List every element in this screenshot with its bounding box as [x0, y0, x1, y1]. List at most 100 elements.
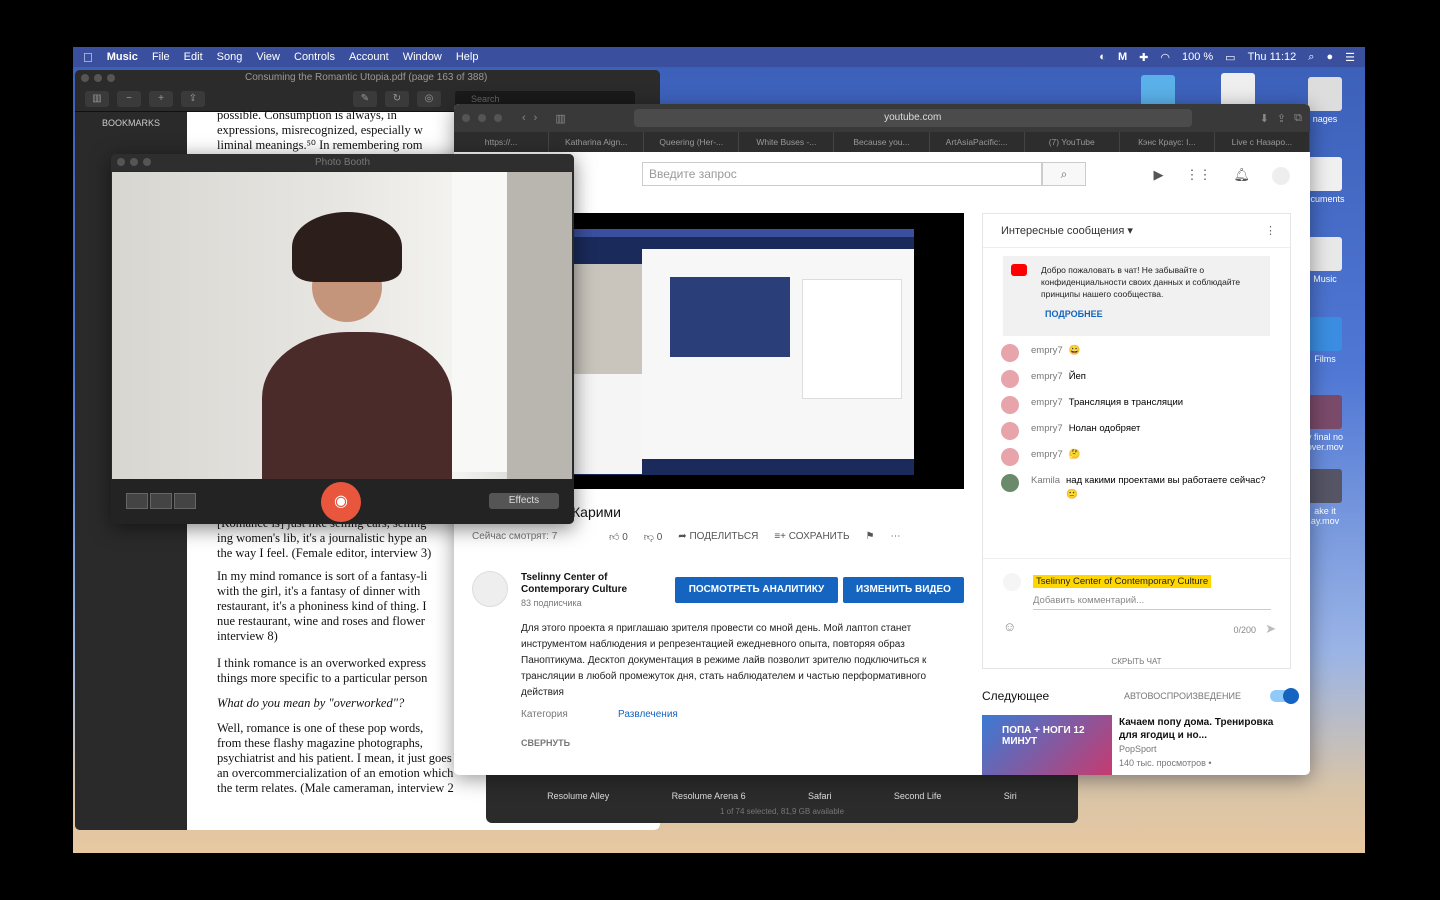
tab-item[interactable]: Кэнс Краус: I... — [1120, 132, 1215, 152]
tab-item[interactable]: (7) YouTube — [1025, 132, 1120, 152]
spotlight-icon[interactable]: ⌕ — [1308, 51, 1314, 64]
siri-icon[interactable]: ● — [1326, 51, 1333, 63]
zoom-button[interactable] — [107, 74, 115, 82]
analytics-button[interactable]: ПОСМОТРЕТЬ АНАЛИТИКУ — [675, 577, 838, 603]
avatar[interactable] — [1001, 474, 1019, 492]
wifi-icon[interactable]: ◠ — [1160, 51, 1170, 64]
share-icon[interactable]: ⇪ — [1277, 112, 1286, 125]
menu-app-name[interactable]: Music — [107, 51, 138, 63]
share-button[interactable]: ➦ ПОДЕЛИТЬСЯ — [678, 531, 758, 543]
char-count: 0/200 — [1233, 625, 1256, 635]
collapse-button[interactable]: СВЕРНУТЬ — [521, 738, 570, 748]
emoji-icon[interactable]: ☺ — [1003, 619, 1016, 634]
menu-edit[interactable]: Edit — [184, 51, 203, 63]
app-safari[interactable]: Safari — [808, 791, 832, 801]
minimize-button[interactable] — [94, 74, 102, 82]
close-button[interactable] — [117, 158, 125, 166]
channel-avatar[interactable] — [472, 571, 508, 607]
sidebar-icon[interactable]: ▥ — [555, 112, 565, 125]
app-resolume-alley[interactable]: Resolume Alley — [547, 791, 609, 801]
status-m-icon[interactable]: M — [1118, 51, 1127, 63]
battery-label[interactable]: 100 % — [1182, 51, 1213, 63]
autoplay-toggle[interactable] — [1270, 688, 1299, 704]
zoom-in-icon[interactable]: + — [149, 90, 173, 107]
close-button[interactable] — [462, 114, 470, 122]
zoom-out-icon[interactable]: − — [117, 90, 141, 107]
close-button[interactable] — [81, 74, 89, 82]
avatar[interactable] — [1001, 370, 1019, 388]
battery-icon[interactable]: ▭ — [1225, 51, 1235, 64]
comment-input[interactable]: Добавить комментарий... — [1033, 595, 1271, 610]
send-icon[interactable]: ➤ — [1265, 621, 1276, 637]
avatar[interactable] — [1272, 167, 1290, 185]
zoom-button[interactable] — [143, 158, 151, 166]
category-link[interactable]: Развлечения — [618, 709, 678, 720]
layout-grid-icon[interactable] — [126, 493, 148, 509]
video-player[interactable] — [572, 213, 964, 489]
back-icon[interactable]: ‹ — [522, 112, 526, 124]
avatar[interactable] — [1001, 422, 1019, 440]
tab-item[interactable]: Because you... — [834, 132, 930, 152]
tab-item[interactable]: Live с Назаро... — [1215, 132, 1310, 152]
zoom-button[interactable] — [494, 114, 502, 122]
edit-video-button[interactable]: ИЗМЕНИТЬ ВИДЕО — [843, 577, 964, 603]
flag-icon[interactable]: ✚ — [1139, 51, 1148, 64]
app-siri[interactable]: Siri — [1004, 791, 1017, 801]
create-video-icon[interactable]: ▶ — [1153, 167, 1163, 185]
tab-item[interactable]: https://... — [454, 132, 550, 152]
learn-more-link[interactable]: ПОДРОБНЕЕ — [1011, 308, 1262, 320]
layout-strip-icon[interactable] — [174, 493, 196, 509]
effects-button[interactable]: Effects — [489, 493, 559, 509]
notifications-icon[interactable]: 🔔︎ — [1233, 167, 1250, 185]
like-button[interactable]: 👍︎ 0 — [609, 531, 628, 543]
notification-center-icon[interactable]: ☰ — [1345, 51, 1355, 64]
share-icon[interactable]: ⇪ — [181, 90, 205, 107]
menu-controls[interactable]: Controls — [294, 51, 335, 63]
next-video-title[interactable]: Качаем попу дома. Тренировка для ягодиц … — [1119, 716, 1289, 742]
photo-booth-title: Photo Booth — [111, 154, 574, 171]
address-bar[interactable]: youtube.com — [633, 109, 1192, 127]
next-video-thumbnail[interactable]: ПОПА + НОГИ 12 МИНУТ — [982, 715, 1112, 775]
layout-single-icon[interactable] — [150, 493, 172, 509]
forward-icon[interactable]: › — [534, 112, 538, 124]
tab-item[interactable]: White Buses -... — [739, 132, 835, 152]
chat-mode-dropdown[interactable]: Интересные сообщения ▾ — [1001, 225, 1133, 237]
camera-shutter-button[interactable]: ◉ — [321, 482, 361, 522]
tab-item[interactable]: ArtAsiaPacific:... — [930, 132, 1025, 152]
dislike-button[interactable]: 👎︎ 0 — [644, 531, 663, 543]
tab-item[interactable]: Queering (Her-... — [644, 132, 740, 152]
menu-view[interactable]: View — [256, 51, 280, 63]
more-icon[interactable]: ⋯ — [891, 531, 901, 543]
app-resolume-arena[interactable]: Resolume Arena 6 — [672, 791, 746, 801]
flag-icon[interactable]: ⚑ — [866, 531, 875, 543]
minimize-button[interactable] — [478, 114, 486, 122]
apps-grid-icon[interactable]: ⋮⋮ — [1185, 167, 1211, 185]
app-second-life[interactable]: Second Life — [894, 791, 942, 801]
menu-window[interactable]: Window — [403, 51, 442, 63]
sidebar-toggle-icon[interactable]: ▥ — [85, 90, 109, 107]
chat-menu-icon[interactable]: ⋮ — [1265, 224, 1276, 237]
menu-song[interactable]: Song — [217, 51, 243, 63]
tabs-icon[interactable]: ⧉ — [1294, 112, 1302, 125]
menu-file[interactable]: File — [152, 51, 170, 63]
tab-item[interactable]: Katharina Aign... — [549, 132, 645, 152]
avatar[interactable] — [1001, 396, 1019, 414]
markup-icon[interactable]: ✎ — [353, 90, 377, 107]
apple-icon[interactable]:  — [83, 50, 93, 65]
download-icon[interactable]: ⬇ — [1260, 112, 1269, 125]
avatar[interactable] — [1001, 448, 1019, 466]
menu-help[interactable]: Help — [456, 51, 479, 63]
rotate-icon[interactable]: ↻ — [385, 90, 409, 107]
channel-name[interactable]: Tselinny Center of Contemporary Culture — [521, 572, 641, 596]
menu-account[interactable]: Account — [349, 51, 389, 63]
hide-chat-button[interactable]: СКРЫТЬ ЧАТ — [983, 657, 1290, 668]
search-icon[interactable]: ⌕ — [1042, 162, 1086, 186]
save-button[interactable]: ≡+ СОХРАНИТЬ — [774, 531, 849, 543]
status-app-icon[interactable]: ◐ — [1099, 51, 1106, 63]
search-input[interactable]: Введите запрос — [642, 162, 1042, 186]
avatar[interactable] — [1001, 344, 1019, 362]
minimize-button[interactable] — [130, 158, 138, 166]
annotate-icon[interactable]: ◎ — [417, 90, 441, 107]
next-video-channel[interactable]: PopSport — [1119, 744, 1157, 754]
clock[interactable]: Thu 11:12 — [1248, 51, 1297, 63]
